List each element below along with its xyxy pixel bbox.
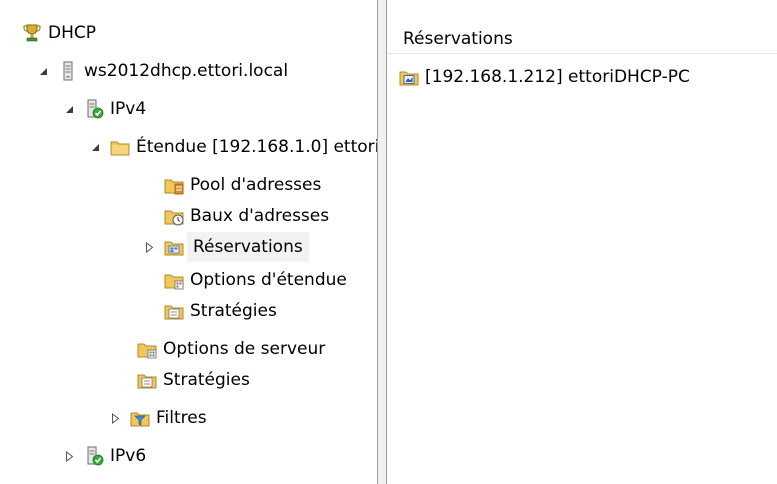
reservations-icon — [164, 241, 184, 256]
column-header-reservations[interactable]: Réservations — [387, 24, 777, 54]
tree-item-label: Étendue [192.168.1.0] ettori — [136, 137, 377, 157]
policies-icon — [164, 305, 184, 320]
policies-icon — [137, 374, 157, 389]
server-options-icon — [137, 343, 157, 359]
tree-item-server-options[interactable]: Options de serveur — [137, 334, 325, 364]
tree-item-dhcp[interactable]: DHCP — [22, 18, 96, 48]
scope-options-icon — [164, 274, 184, 290]
tree-item-label: Réservations — [187, 232, 309, 262]
details-pane[interactable]: Réservations [192.168.1.212] ettoriDHCP-… — [387, 0, 777, 484]
ipv6-icon — [87, 446, 104, 466]
address-leases-icon — [164, 210, 184, 226]
filters-icon — [130, 412, 150, 427]
tree-item-label: Stratégies — [163, 370, 250, 390]
collapse-arrow-icon[interactable] — [36, 64, 50, 78]
ipv4-icon — [87, 99, 104, 119]
tree-item-address-pool[interactable]: Pool d'adresses — [164, 170, 321, 200]
tree-item-scope[interactable]: Étendue [192.168.1.0] ettori — [88, 132, 377, 162]
column-header-label: Réservations — [403, 29, 513, 49]
tree-item-filters[interactable]: Filtres — [108, 403, 207, 433]
tree-item-policies[interactable]: Stratégies — [137, 365, 250, 395]
tree-item-label: Pool d'adresses — [190, 175, 322, 195]
tree-item-label: ws2012dhcp.ettori.local — [84, 61, 289, 81]
collapse-arrow-icon[interactable] — [88, 140, 102, 154]
list-item[interactable]: [192.168.1.212] ettoriDHCP-PC — [399, 62, 690, 92]
collapse-arrow-icon[interactable] — [62, 102, 76, 116]
tree-item-scope-policies[interactable]: Stratégies — [164, 296, 277, 326]
tree-item-server[interactable]: ws2012dhcp.ettori.local — [36, 56, 288, 86]
tree-item-ipv6[interactable]: IPv6 — [62, 441, 146, 471]
list-item-label: [192.168.1.212] ettoriDHCP-PC — [425, 67, 690, 87]
tree-item-ipv4[interactable]: IPv4 — [62, 94, 146, 124]
expand-arrow-icon[interactable] — [108, 411, 122, 425]
tree-item-label: IPv6 — [110, 446, 147, 466]
reservation-client-icon — [399, 71, 419, 86]
server-icon — [63, 61, 73, 81]
address-pool-icon — [164, 179, 184, 195]
tree-item-scope-options[interactable]: Options d'étendue — [164, 265, 347, 295]
expand-arrow-icon[interactable] — [62, 449, 76, 463]
tree-item-label: Filtres — [156, 408, 207, 428]
tree-item-label: Baux d'adresses — [190, 206, 330, 226]
tree-item-label: Stratégies — [190, 301, 277, 321]
tree-item-address-leases[interactable]: Baux d'adresses — [164, 201, 329, 231]
dhcp-trophy-icon — [23, 24, 41, 42]
tree-item-reservations[interactable]: Réservations — [142, 232, 309, 262]
tree-item-label: IPv4 — [110, 99, 147, 119]
tree-item-label: Options d'étendue — [190, 270, 347, 290]
expand-arrow-icon[interactable] — [142, 240, 156, 254]
folder-icon — [110, 141, 130, 156]
tree-pane[interactable]: DHCP ws2012dhcp.ettori.local IPv4 Étendu… — [0, 0, 377, 484]
tree-item-label: DHCP — [48, 23, 96, 43]
tree-item-label: Options de serveur — [163, 339, 326, 359]
pane-splitter[interactable] — [377, 0, 387, 484]
